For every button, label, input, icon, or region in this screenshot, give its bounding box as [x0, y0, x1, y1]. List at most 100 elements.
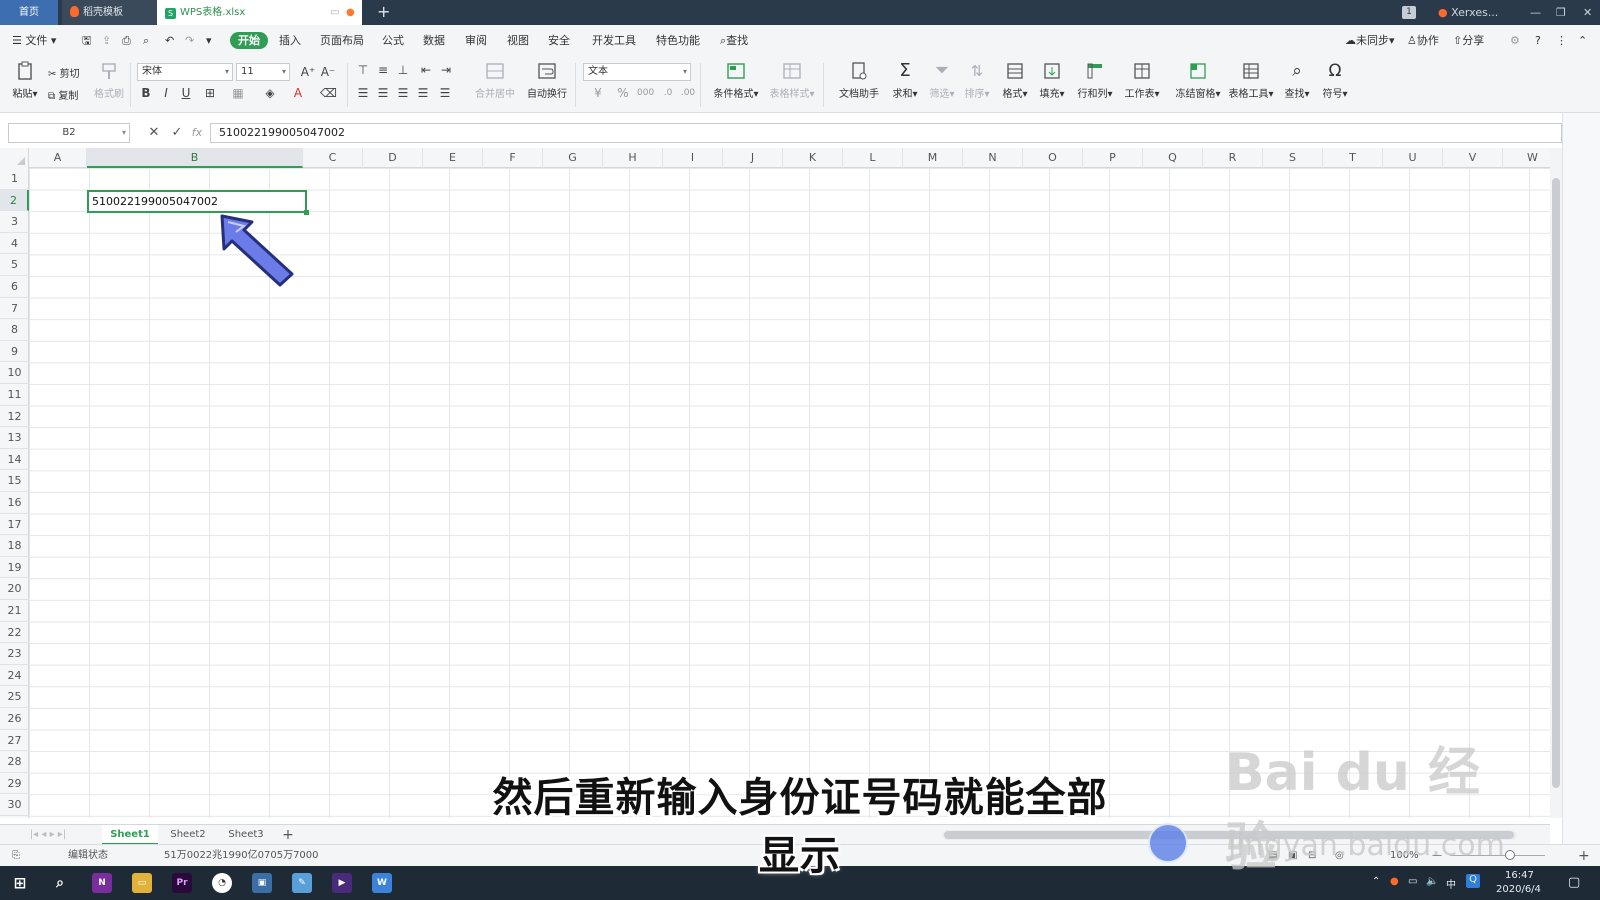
- column-header-b[interactable]: B: [87, 148, 303, 168]
- font-name-select[interactable]: 宋体: [137, 63, 233, 81]
- formula-input[interactable]: 510022199005047002: [210, 123, 1562, 143]
- share-button[interactable]: ⇧分享: [1453, 25, 1484, 57]
- active-cell-b2[interactable]: 510022199005047002: [87, 190, 309, 215]
- row-header-29[interactable]: 29: [0, 773, 29, 795]
- align-left-icon[interactable]: ☰: [355, 85, 371, 101]
- help-icon[interactable]: ?: [1535, 25, 1541, 57]
- row-header-10[interactable]: 10: [0, 362, 29, 384]
- row-header-23[interactable]: 23: [0, 643, 29, 665]
- row-header-27[interactable]: 27: [0, 730, 29, 752]
- bold-icon[interactable]: B: [138, 85, 154, 101]
- row-header-17[interactable]: 17: [0, 514, 29, 536]
- font-size-select[interactable]: 11: [236, 63, 290, 81]
- percent-icon[interactable]: %: [615, 85, 631, 101]
- increase-decimal-icon[interactable]: .0: [660, 85, 676, 101]
- column-header-o[interactable]: O: [1023, 148, 1083, 168]
- align-top-icon[interactable]: ⊤: [355, 62, 371, 78]
- tab-data[interactable]: 数据: [423, 25, 445, 57]
- row-header-16[interactable]: 16: [0, 492, 29, 514]
- ime-indicator[interactable]: 中: [1446, 876, 1456, 891]
- column-header-k[interactable]: K: [783, 148, 843, 168]
- collab-button[interactable]: ♙协作: [1407, 25, 1439, 57]
- clock-date[interactable]: 2020/6/4: [1496, 884, 1541, 895]
- wps-taskbar-icon[interactable]: W: [372, 873, 392, 893]
- column-header-t[interactable]: T: [1323, 148, 1383, 168]
- row-header-2[interactable]: 2: [0, 189, 29, 212]
- conditional-format-button[interactable]: 条件格式▾: [711, 61, 761, 100]
- tab-insert[interactable]: 插入: [279, 25, 301, 57]
- currency-icon[interactable]: ¥: [590, 85, 606, 101]
- align-middle-icon[interactable]: ≡: [375, 62, 391, 78]
- cell-style-icon[interactable]: ▦: [230, 85, 246, 101]
- windows-start-icon[interactable]: ⊞: [10, 873, 30, 893]
- underline-icon[interactable]: U: [178, 85, 194, 101]
- media-player-icon[interactable]: ▶: [332, 873, 352, 893]
- row-header-26[interactable]: 26: [0, 708, 29, 730]
- premiere-icon[interactable]: Pr: [172, 873, 192, 893]
- row-header-30[interactable]: 30: [0, 794, 29, 816]
- row-header-3[interactable]: 3: [0, 211, 29, 233]
- row-header-25[interactable]: 25: [0, 686, 29, 708]
- zoom-in-icon[interactable]: +: [1578, 845, 1590, 867]
- column-header-d[interactable]: D: [363, 148, 423, 168]
- tab-start[interactable]: 开始: [230, 32, 268, 49]
- macro-icon[interactable]: ⎘: [12, 845, 20, 867]
- onenote-icon[interactable]: N: [92, 873, 112, 893]
- restore-button[interactable]: ❐: [1556, 0, 1566, 25]
- print-icon[interactable]: ⎙: [122, 25, 131, 57]
- sheet-nav-arrows[interactable]: |◂ ◂ ▸ ▸|: [8, 825, 88, 845]
- close-button[interactable]: ✕: [1583, 0, 1592, 25]
- add-sheet-button[interactable]: +: [278, 825, 298, 845]
- row-header-28[interactable]: 28: [0, 751, 29, 773]
- table-tools-button[interactable]: 表格工具▾: [1224, 61, 1278, 100]
- align-right-icon[interactable]: ☰: [395, 85, 411, 101]
- symbol-button[interactable]: Ω 符号▾: [1310, 61, 1360, 100]
- row-header-1[interactable]: 1: [0, 168, 29, 190]
- row-header-15[interactable]: 15: [0, 470, 29, 492]
- vertical-scrollbar[interactable]: [1550, 148, 1562, 818]
- row-header-19[interactable]: 19: [0, 557, 29, 579]
- row-header-20[interactable]: 20: [0, 578, 29, 600]
- worksheet-button[interactable]: 工作表▾: [1117, 61, 1167, 100]
- quick-access-dropdown-icon[interactable]: ▾: [206, 25, 212, 57]
- indent-decrease-icon[interactable]: ⇤: [418, 62, 434, 78]
- tab-page-layout[interactable]: 页面布局: [320, 25, 364, 57]
- number-format-select[interactable]: 文本: [583, 63, 691, 81]
- merge-center-button[interactable]: 合并居中: [470, 61, 520, 100]
- sheet-tab-2[interactable]: Sheet2: [160, 825, 216, 845]
- border-icon[interactable]: ⊞: [202, 85, 218, 101]
- column-header-m[interactable]: M: [903, 148, 963, 168]
- increase-font-icon[interactable]: A⁺: [300, 64, 316, 80]
- column-header-g[interactable]: G: [543, 148, 603, 168]
- doc-assistant-button[interactable]: 文档助手: [834, 61, 884, 100]
- row-header-4[interactable]: 4: [0, 233, 29, 255]
- font-color-icon[interactable]: A: [290, 85, 306, 101]
- redo-icon[interactable]: ↷: [185, 25, 194, 57]
- column-header-v[interactable]: V: [1443, 148, 1503, 168]
- tab-review[interactable]: 审阅: [465, 25, 487, 57]
- row-col-button[interactable]: 行和列▾: [1070, 61, 1120, 100]
- save-icon[interactable]: 🖫: [82, 25, 91, 57]
- decrease-decimal-icon[interactable]: .00: [680, 85, 696, 101]
- row-header-11[interactable]: 11: [0, 384, 29, 406]
- cancel-edit-icon[interactable]: ✕: [145, 123, 163, 143]
- thousands-icon[interactable]: 000: [637, 85, 654, 101]
- volume-icon[interactable]: 🔈: [1426, 876, 1438, 887]
- browser-icon[interactable]: ◔: [212, 873, 232, 893]
- tab-special[interactable]: 特色功能: [656, 25, 700, 57]
- tray-app-icon[interactable]: ●: [1390, 876, 1399, 887]
- row-header-5[interactable]: 5: [0, 254, 29, 276]
- tab-developer[interactable]: 开发工具: [592, 25, 636, 57]
- tab-monitor-icon[interactable]: ▭: [330, 0, 339, 25]
- column-header-h[interactable]: H: [603, 148, 663, 168]
- minimize-button[interactable]: —: [1530, 0, 1541, 25]
- collapse-ribbon-icon[interactable]: ⌃: [1578, 25, 1587, 57]
- paste-button[interactable]: 粘贴▾: [0, 61, 50, 100]
- format-painter-button[interactable]: 格式刷: [84, 61, 134, 100]
- column-header-l[interactable]: L: [843, 148, 903, 168]
- screen-icon[interactable]: ▣: [252, 873, 272, 893]
- table-style-button[interactable]: 表格样式▾: [767, 61, 817, 100]
- cut-button[interactable]: ✂ 剪切: [48, 65, 80, 80]
- file-explorer-icon[interactable]: ▭: [132, 873, 152, 893]
- column-header-f[interactable]: F: [483, 148, 543, 168]
